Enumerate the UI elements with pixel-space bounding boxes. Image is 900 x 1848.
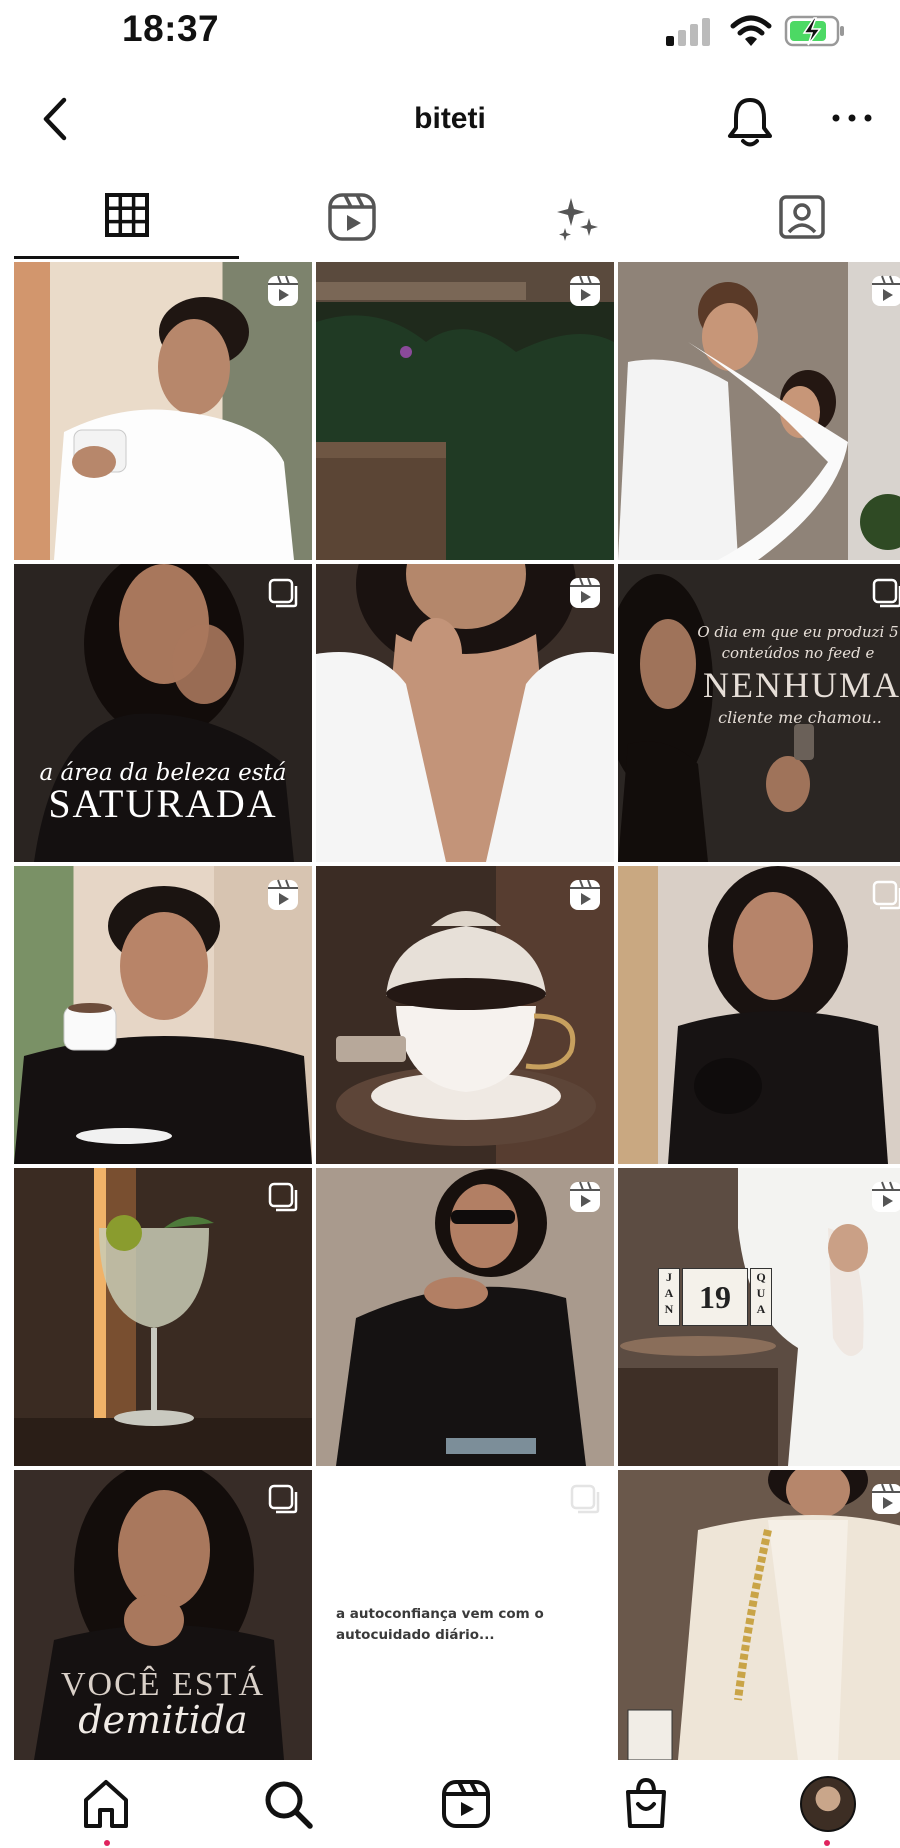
- active-tab-indicator: [14, 256, 239, 259]
- tab-posts-grid[interactable]: [14, 180, 239, 260]
- post-caption-big: SATURADA: [48, 781, 278, 826]
- calendar-letter: A: [664, 1286, 674, 1300]
- post-thumbnail[interactable]: [316, 564, 614, 862]
- calendar-letter: J: [666, 1270, 672, 1284]
- status-bar: 18:37: [0, 0, 900, 64]
- post-caption-text: a autoconfiança vem com o autocuidado di…: [336, 1606, 544, 1643]
- carousel-icon: [268, 578, 298, 608]
- post-thumbnail[interactable]: [618, 1470, 900, 1760]
- carousel-icon: [268, 1182, 298, 1212]
- reel-icon: [570, 275, 600, 306]
- post-thumbnail[interactable]: [316, 262, 614, 560]
- more-options-icon[interactable]: [830, 108, 874, 128]
- post-thumbnail[interactable]: J A N 19 Q U A: [618, 1168, 900, 1466]
- tab-collabs[interactable]: [464, 180, 689, 260]
- reels-icon: [327, 193, 376, 241]
- notification-bell-icon[interactable]: [724, 94, 776, 150]
- calendar-letter: Q: [756, 1270, 766, 1284]
- shop-icon[interactable]: [618, 1776, 674, 1832]
- profile-header: biteti: [0, 88, 900, 158]
- profile-avatar[interactable]: [800, 1776, 856, 1832]
- tagged-person-icon: [778, 195, 825, 239]
- post-caption-big: NENHUMA: [703, 665, 900, 705]
- post-thumbnail[interactable]: [316, 1168, 614, 1466]
- battery-charging-icon: [784, 15, 844, 47]
- reel-icon: [268, 275, 298, 306]
- posts-grid: a área da beleza está SATURADA O dia em …: [14, 262, 900, 1760]
- post-thumbnail[interactable]: VOCÊ ESTÁ demitida: [14, 1470, 312, 1760]
- post-thumbnail[interactable]: [14, 262, 312, 560]
- post-image: [627, 1470, 900, 1760]
- post-thumbnail[interactable]: a autoconfiança vem com o autocuidado di…: [316, 1470, 614, 1760]
- notification-dot: [824, 1840, 830, 1846]
- calendar-day: 19: [682, 1268, 748, 1326]
- post-thumbnail[interactable]: [14, 866, 312, 1164]
- post-caption-end: cliente me chamou..: [718, 708, 882, 727]
- calendar-letter: U: [756, 1286, 766, 1300]
- calendar-letter: A: [756, 1302, 766, 1316]
- carousel-icon: [268, 1484, 298, 1514]
- carousel-icon: [872, 880, 900, 910]
- reel-icon: [570, 577, 600, 608]
- post-thumbnail[interactable]: [618, 262, 900, 560]
- profile-tabs: [0, 180, 900, 260]
- sparkles-icon: [556, 198, 598, 241]
- carousel-icon: [570, 1484, 600, 1514]
- grid-icon: [104, 193, 149, 237]
- status-time: 18:37: [122, 8, 220, 49]
- post-image: [618, 866, 888, 1164]
- reel-icon: [872, 1483, 900, 1514]
- post-thumbnail[interactable]: a área da beleza está SATURADA: [14, 564, 312, 862]
- reel-icon: [872, 1181, 900, 1212]
- post-thumbnail[interactable]: [618, 866, 900, 1164]
- post-thumbnail[interactable]: O dia em que eu produzi 5 conteúdos no f…: [618, 564, 900, 862]
- post-thumbnail[interactable]: [14, 1168, 312, 1466]
- reel-icon: [570, 879, 600, 910]
- desk-calendar: J A N 19 Q U A: [658, 1268, 774, 1326]
- post-caption-small: O dia em que eu produzi 5 conteúdos no f…: [697, 623, 899, 662]
- signal-icon: [666, 18, 710, 46]
- reel-icon: [268, 879, 298, 910]
- post-thumbnail[interactable]: [316, 866, 614, 1164]
- post-caption-small: demitida: [78, 1698, 248, 1742]
- post-image: [618, 262, 900, 560]
- home-icon[interactable]: [78, 1776, 134, 1832]
- reel-icon: [872, 275, 900, 306]
- reel-icon: [570, 1181, 600, 1212]
- notification-dot: [104, 1840, 110, 1846]
- calendar-letter: N: [664, 1302, 674, 1316]
- carousel-icon: [872, 578, 900, 608]
- tab-reels[interactable]: [239, 180, 464, 260]
- wifi-icon: [730, 15, 772, 46]
- search-icon[interactable]: [260, 1776, 316, 1832]
- tab-tagged[interactable]: [689, 180, 900, 260]
- reels-icon[interactable]: [438, 1776, 494, 1832]
- bottom-navigation: [0, 1762, 900, 1848]
